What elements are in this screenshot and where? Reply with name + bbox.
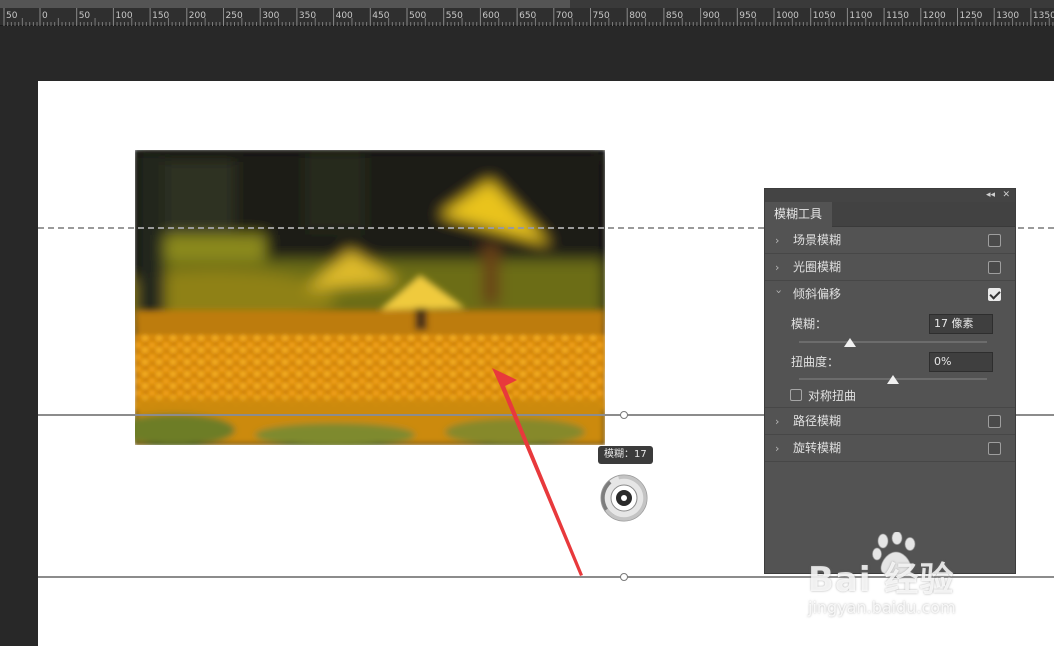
ruler-label: 800 (629, 11, 647, 21)
ruler-label: 700 (555, 11, 573, 21)
ruler-label: 50 (78, 11, 91, 21)
symmetric-distortion-checkbox[interactable] (790, 389, 802, 401)
ruler-label: 850 (665, 11, 684, 21)
focus-line-bottom[interactable] (38, 576, 1054, 578)
document-tab[interactable] (0, 0, 570, 8)
tilt-shift-settings: 模糊： 17 像素 扭曲度： 0% 对称扭曲 (765, 308, 1015, 408)
blur-item-label: 路径模糊 (793, 414, 842, 428)
double-chevron-icon[interactable]: ◂◂ (986, 190, 995, 201)
focus-line-bottom-handle[interactable] (620, 573, 628, 581)
ruler-label: 650 (519, 11, 537, 21)
ruler-label: 1050 (812, 11, 836, 21)
ruler-label: 900 (702, 11, 720, 21)
ruler-label: 1100 (849, 11, 873, 21)
panel-titlebar: ◂◂ ✕ (765, 189, 1015, 202)
blur-amount-input[interactable]: 17 像素 (929, 314, 993, 334)
blur-item-label: 光圈模糊 (793, 260, 842, 274)
focus-line-top-handle[interactable] (620, 411, 628, 419)
ruler-label: 550 (445, 11, 463, 21)
path-blur-checkbox[interactable] (988, 415, 1001, 428)
spin-blur-checkbox[interactable] (988, 442, 1001, 455)
chevron-right-icon: › (775, 442, 780, 455)
ruler-label: 1150 (886, 11, 909, 21)
blur-amount-tooltip: 模糊：17 (598, 446, 653, 464)
tilt-shift-photo[interactable] (135, 150, 605, 445)
field-blur-checkbox[interactable] (988, 234, 1001, 247)
chevron-down-icon: › (772, 289, 786, 294)
chevron-right-icon: › (775, 261, 780, 274)
chevron-right-icon: › (775, 234, 780, 247)
document-tab-strip (0, 0, 1054, 8)
ruler-label: 1350 (1032, 11, 1054, 21)
blur-item-path[interactable]: › 路径模糊 (765, 408, 1015, 435)
ruler-label: 500 (409, 11, 427, 21)
ruler-label: 0 (42, 11, 48, 21)
tilt-shift-checkbox[interactable] (988, 288, 1001, 301)
distortion-slider-thumb[interactable] (887, 375, 899, 384)
ruler-label: 250 (225, 11, 243, 21)
blur-amount-slider-thumb[interactable] (843, 338, 856, 347)
symmetric-distortion-label: 对称扭曲 (808, 389, 857, 403)
iris-blur-checkbox[interactable] (988, 261, 1001, 274)
close-icon[interactable]: ✕ (1002, 190, 1010, 201)
ruler-label: 400 (335, 11, 353, 21)
ruler-label: 150 (152, 11, 170, 21)
ruler-label: 200 (188, 11, 206, 21)
blur-pin-control[interactable] (598, 472, 650, 524)
blur-amount-label: 模糊： (791, 317, 828, 331)
tab-blur-tools[interactable]: 模糊工具 (765, 202, 832, 227)
ruler-label: 1000 (776, 11, 799, 21)
horizontal-ruler: 50 0 50 100 150 200 250 300 350 400 450 500 550 600 65… (0, 8, 1054, 26)
distortion-label: 扭曲度： (791, 355, 840, 369)
photoshop-workspace: 50 0 50 100 150 200 250 300 350 400 450 500 550 600 65… (0, 0, 1054, 646)
blur-item-tilt-shift[interactable]: › 倾斜偏移 (765, 281, 1015, 308)
ruler-label: 100 (115, 11, 133, 21)
ruler-label: 1300 (996, 11, 1020, 21)
blur-item-label: 旋转模糊 (793, 441, 842, 455)
blur-item-label: 倾斜偏移 (793, 287, 842, 301)
ruler-label: 1200 (922, 11, 946, 21)
blur-item-field[interactable]: › 场景模糊 (765, 227, 1015, 254)
blur-tools-panel: ◂◂ ✕ 模糊工具 › 场景模糊 › 光圈模糊 › 倾斜偏移 模糊： 17 像素… (764, 188, 1016, 574)
blur-amount-slider[interactable] (799, 341, 987, 343)
blur-item-label: 场景模糊 (793, 233, 842, 247)
ruler-label: 350 (298, 11, 317, 21)
ruler-label: 750 (592, 11, 610, 21)
blur-item-iris[interactable]: › 光圈模糊 (765, 254, 1015, 281)
blur-item-spin[interactable]: › 旋转模糊 (765, 435, 1015, 462)
ruler-label: 1250 (959, 11, 983, 21)
distortion-input[interactable]: 0% (929, 352, 993, 372)
chevron-right-icon: › (775, 415, 780, 428)
ruler-label: 950 (739, 11, 757, 21)
ruler-label: 50 (6, 11, 18, 21)
panel-tab-bar: 模糊工具 (765, 202, 1015, 227)
ruler-label: 450 (372, 11, 390, 21)
ruler-label: 300 (262, 11, 280, 21)
ruler-label: 600 (482, 11, 500, 21)
